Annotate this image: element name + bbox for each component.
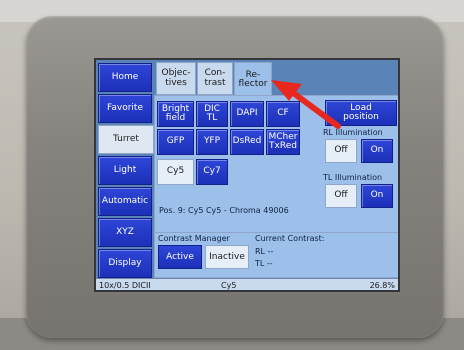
load-position-line2: position xyxy=(343,112,379,122)
tl-illumination-on-button[interactable]: On xyxy=(361,184,393,208)
current-contrast-tl: TL -- xyxy=(255,259,273,268)
filter-brightfield-button[interactable]: Bright field xyxy=(157,101,194,127)
filter-dapi-button[interactable]: DAPI xyxy=(230,101,264,127)
status-objective: 10x/0.5 DICII xyxy=(99,281,151,290)
contrast-manager-area: Contrast Manager Active Inactive Current… xyxy=(154,232,398,278)
filter-dic-tl-button[interactable]: DIC TL xyxy=(196,101,228,127)
rl-label: RL xyxy=(255,247,266,256)
filter-cy7-button[interactable]: Cy7 xyxy=(196,159,228,185)
tab-contrast-line2: trast xyxy=(204,77,226,88)
rl-value: -- xyxy=(267,247,274,256)
rl-illumination-label: RL Illumination xyxy=(323,128,383,137)
position-info: Pos. 9: Cy5 Cy5 - Chroma 49006 xyxy=(159,206,289,215)
sidebar-item-xyz[interactable]: XYZ xyxy=(98,218,152,247)
filter-cy5-button[interactable]: Cy5 xyxy=(157,159,194,185)
filter-brightfield-line2: field xyxy=(165,113,186,123)
status-value: 26.8% xyxy=(369,281,395,290)
rl-illumination-on-button[interactable]: On xyxy=(361,139,393,163)
filter-dic-tl-line2: TL xyxy=(206,113,218,123)
tl-value: -- xyxy=(266,259,273,268)
touchscreen-display: Home Favorite Turret Light Automatic XYZ… xyxy=(94,58,400,292)
filter-dsred-button[interactable]: DsRed xyxy=(230,129,264,155)
filter-cfp-button[interactable]: CF xyxy=(266,101,300,127)
contrast-manager-active-button[interactable]: Active xyxy=(158,245,202,269)
tab-objectives[interactable]: Objec-tives xyxy=(156,62,196,95)
tab-reflector-line2: flector xyxy=(238,79,268,89)
status-filter: Cy5 xyxy=(221,281,237,290)
tab-reflector[interactable]: Re-flector xyxy=(234,62,272,97)
current-contrast-rl: RL -- xyxy=(255,247,273,256)
tl-illumination-label: TL Illumination xyxy=(323,173,383,182)
tl-illumination-off-button[interactable]: Off xyxy=(325,184,357,208)
filter-gfp-button[interactable]: GFP xyxy=(157,129,194,155)
tab-contrast[interactable]: Con-trast xyxy=(197,62,233,95)
contrast-manager-inactive-button[interactable]: Inactive xyxy=(205,245,249,269)
filter-yfp-button[interactable]: YFP xyxy=(196,129,228,155)
status-bar: 10x/0.5 DICII Cy5 26.8% xyxy=(96,278,398,290)
sidebar-item-light[interactable]: Light xyxy=(98,156,152,185)
sidebar-item-turret[interactable]: Turret xyxy=(98,125,154,154)
current-contrast-label: Current Contrast: xyxy=(255,234,325,243)
reflector-panel: Bright field DIC TL DAPI CF GFP YFP DsRed … xyxy=(154,95,398,233)
tab-objectives-line2: tives xyxy=(165,77,187,88)
load-position-button[interactable]: Load position xyxy=(325,100,397,126)
rl-illumination-off-button[interactable]: Off xyxy=(325,139,357,163)
sidebar-item-display[interactable]: Display xyxy=(98,249,152,278)
filter-mcherry-txred-button[interactable]: MCher TxRed xyxy=(266,129,300,155)
sidebar-item-automatic[interactable]: Automatic xyxy=(98,187,152,216)
contrast-manager-label: Contrast Manager xyxy=(158,234,230,243)
tl-label: TL xyxy=(255,259,265,268)
filter-mcherry-line2: TxRed xyxy=(269,141,297,151)
sidebar-item-favorite[interactable]: Favorite xyxy=(98,94,152,123)
sidebar: Home Favorite Turret Light Automatic XYZ… xyxy=(96,60,154,278)
sidebar-item-home[interactable]: Home xyxy=(98,63,152,92)
